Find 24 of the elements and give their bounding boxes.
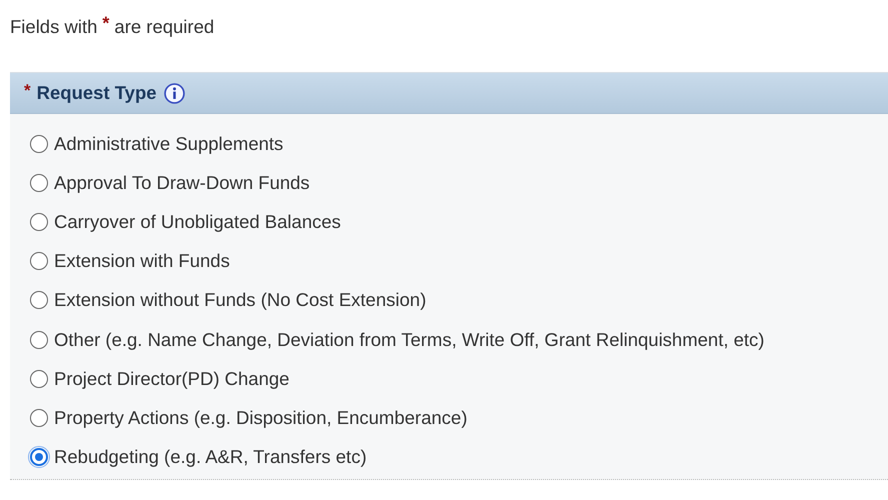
required-note: are required [114, 15, 214, 39]
info-icon[interactable] [164, 82, 185, 104]
radio-button[interactable] [30, 370, 48, 388]
required-asterisk: * [102, 14, 110, 32]
radio-button[interactable] [30, 252, 48, 270]
option-label[interactable]: Extension without Funds (No Cost Extension) [54, 289, 426, 312]
option-label[interactable]: Approval To Draw-Down Funds [54, 172, 310, 194]
option-label[interactable]: Extension with Funds [54, 250, 230, 272]
option-label[interactable]: Rebudgeting (e.g. A&R, Transfers etc) [54, 446, 367, 468]
radio-button[interactable] [30, 408, 48, 427]
radio-button[interactable] [30, 291, 48, 310]
option-label[interactable]: Other (e.g. Name Change, Deviation from Terms, Write Off, Grant Relinquishment, etc) [54, 328, 764, 351]
required-asterisk: * [24, 82, 31, 100]
required-note: Fields with [10, 15, 98, 39]
radio-button[interactable] [30, 448, 48, 466]
option-label[interactable]: Project Director(PD) Change [54, 368, 290, 390]
radio-button[interactable] [30, 174, 48, 192]
option-label[interactable]: Property Actions (e.g. Disposition, Encumberance) [54, 406, 468, 429]
radio-button[interactable] [30, 212, 48, 231]
option-label[interactable]: Carryover of Unobligated Balances [54, 210, 341, 233]
option-label[interactable]: Administrative Supplements [54, 132, 284, 155]
radio-button[interactable] [30, 134, 48, 153]
radio-button[interactable] [30, 330, 48, 349]
section-title: Request Type [36, 82, 157, 104]
